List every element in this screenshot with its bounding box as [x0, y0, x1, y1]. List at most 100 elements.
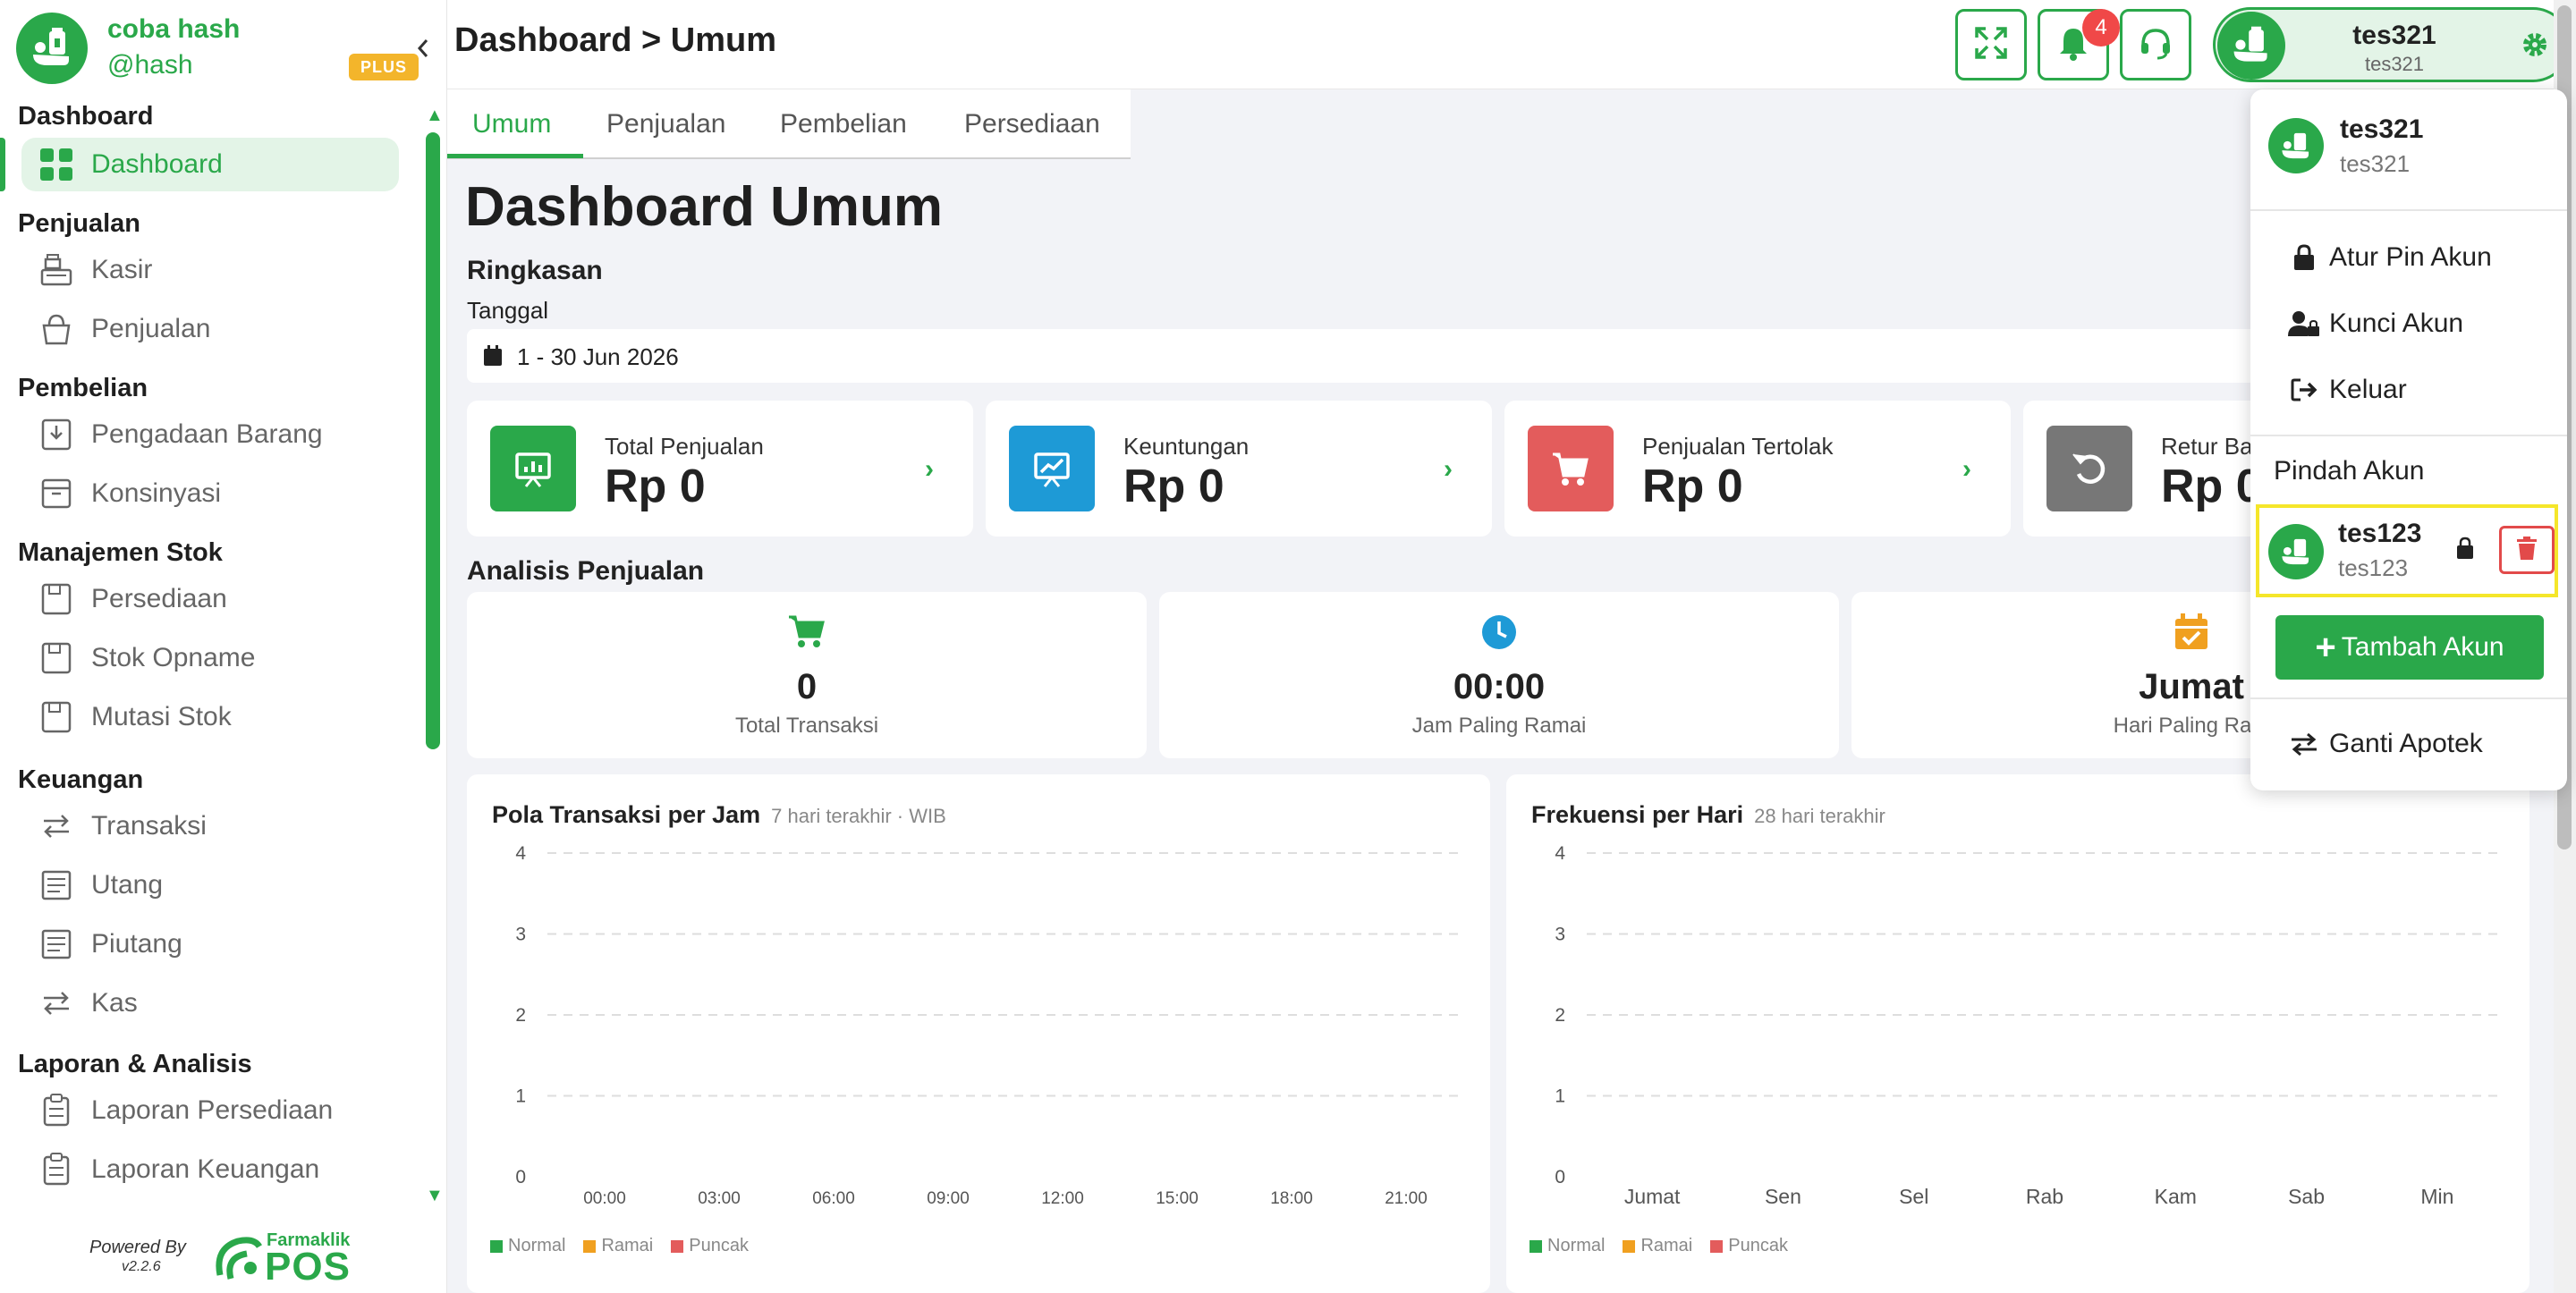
sidebar-item-laporan-persediaan[interactable]: Laporan Persediaan — [21, 1084, 399, 1137]
sidebar-item-penjualan[interactable]: Penjualan — [21, 302, 399, 356]
sidebar-item-label: Stok Opname — [91, 643, 256, 672]
current-user-name: tes321 — [2340, 114, 2424, 144]
x-tick-label: 15:00 — [1156, 1189, 1199, 1208]
menu-item-keluar[interactable]: Keluar — [2286, 368, 2555, 411]
sidebar-item-persediaan[interactable]: Persediaan — [21, 572, 399, 626]
sidebar-item-pengadaan-barang[interactable]: Pengadaan Barang — [21, 408, 399, 461]
sidebar-item-label: Kas — [91, 988, 138, 1018]
user-dropdown-menu: tes321 tes321 Atur Pin Akun Kunci Akun K… — [2250, 89, 2567, 790]
sidebar-item-laporan-keuangan[interactable]: Laporan Keuangan — [21, 1143, 399, 1196]
user-lock-icon — [2286, 310, 2322, 337]
tab-bar: Umum Penjualan Pembelian Persediaan — [447, 89, 1131, 159]
card-label: Keuntungan — [1123, 433, 1250, 460]
card-label: Total Penjualan — [605, 433, 764, 460]
sidebar-item-transaksi[interactable]: Transaksi — [21, 799, 399, 853]
main-content: Umum Penjualan Pembelian Persediaan Dash… — [447, 89, 2554, 1293]
clock-icon — [1159, 613, 1839, 651]
box-icon — [36, 638, 77, 679]
chart-legend: Normal Ramai Puncak — [490, 1236, 749, 1256]
summary-card-total-penjualan[interactable]: Total Penjualan Rp 0 › — [467, 401, 973, 537]
collapse-sidebar-chevron-left-icon[interactable] — [410, 32, 436, 64]
swap-arrows-icon — [2286, 731, 2322, 756]
switch-account-heading: Pindah Akun — [2274, 456, 2425, 486]
x-tick-label: 18:00 — [1270, 1189, 1313, 1208]
chevron-right-icon: › — [1444, 454, 1453, 484]
tab-penjualan[interactable]: Penjualan — [606, 109, 725, 139]
stat-jam-paling-ramai: 00:00 Jam Paling Ramai — [1159, 592, 1839, 758]
sidebar-item-label: Persediaan — [91, 584, 227, 613]
divider — [2250, 209, 2567, 211]
card-label: Retur Ba — [2161, 433, 2253, 460]
section-title-manajemen-stok: Manajemen Stok — [18, 538, 223, 567]
menu-item-kunci-akun[interactable]: Kunci Akun — [2286, 302, 2555, 345]
date-range-value: 1 - 30 Jun 2026 — [517, 343, 679, 370]
sidebar-item-konsinyasi[interactable]: Konsinyasi — [21, 467, 399, 520]
cart-icon — [467, 613, 1147, 649]
tab-pembelian[interactable]: Pembelian — [780, 109, 907, 139]
sidebar-scrollbar[interactable] — [426, 107, 440, 1198]
sidebar-item-dashboard[interactable]: Dashboard — [0, 138, 399, 191]
sidebar-scrollbar-thumb[interactable] — [426, 132, 440, 749]
sidebar-item-piutang[interactable]: Piutang — [21, 917, 399, 971]
avatar — [2268, 118, 2324, 173]
support-button[interactable] — [2120, 9, 2191, 80]
account-name: tes123 — [2338, 519, 2422, 548]
date-range-picker[interactable]: 1 - 30 Jun 2026 — [467, 329, 2554, 383]
menu-item-ganti-apotek[interactable]: Ganti Apotek — [2286, 723, 2555, 765]
card-value: Rp 0 — [605, 461, 706, 512]
x-tick-label: 21:00 — [1385, 1189, 1428, 1208]
card-value: Rp 0 — [1642, 461, 1743, 512]
add-account-button[interactable]: + Tambah Akun — [2275, 615, 2544, 680]
brand[interactable]: coba hash @hash PLUS — [16, 13, 436, 86]
add-account-label: Tambah Akun — [2341, 632, 2504, 662]
legend-item: Puncak — [1710, 1236, 1788, 1256]
sidebar-item-label: Laporan Keuangan — [91, 1154, 320, 1184]
account-item-tes123[interactable]: tes123 tes123 — [2256, 504, 2558, 597]
cash-register-icon — [36, 249, 77, 291]
y-tick-label: 2 — [515, 1005, 526, 1026]
product-name: POS — [265, 1245, 351, 1289]
tab-umum[interactable]: Umum — [472, 109, 551, 139]
sidebar-item-label: Konsinyasi — [91, 478, 222, 508]
y-tick-label: 2 — [1555, 1005, 1565, 1026]
summary-card-keuntungan[interactable]: Keuntungan Rp 0 › — [986, 401, 1492, 537]
stat-label: Total Transaksi — [734, 714, 879, 738]
undo-icon — [2046, 426, 2132, 511]
summary-card-penjualan-tertolak[interactable]: Penjualan Tertolak Rp 0 › — [1504, 401, 2011, 537]
legend-item: Normal — [490, 1236, 565, 1256]
swap-arrows-icon — [36, 983, 77, 1024]
pharmacy-logo-icon — [16, 13, 88, 84]
divider — [2250, 435, 2567, 436]
current-user-sub: tes321 — [2340, 150, 2411, 177]
farmaklik-logo-icon — [211, 1230, 267, 1286]
stat-label: Jam Paling Ramai — [1411, 714, 1587, 738]
stat-total-transaksi: 0 Total Transaksi — [467, 592, 1147, 758]
delete-account-button[interactable] — [2499, 526, 2555, 574]
sidebar-item-mutasi-stok[interactable]: Mutasi Stok — [21, 690, 399, 744]
user-menu-button[interactable]: tes321 tes321 — [2213, 7, 2571, 82]
sidebar-item-stok-opname[interactable]: Stok Opname — [21, 631, 399, 685]
powered-by-label: Powered By — [89, 1238, 186, 1257]
y-tick-label: 0 — [515, 1167, 526, 1187]
y-tick-label: 1 — [1555, 1086, 1565, 1107]
tab-persediaan[interactable]: Persediaan — [964, 109, 1100, 139]
sidebar-item-kas[interactable]: Kas — [21, 976, 399, 1030]
sidebar-item-utang[interactable]: Utang — [21, 858, 399, 912]
grid-icon — [36, 144, 77, 185]
powered-by: Powered By v2.2.6 Farmaklik POS — [86, 1230, 390, 1289]
card-value: Rp 0 — [2161, 461, 2262, 512]
chart-transaksi-per-jam: Pola Transaksi per Jam 7 hari terakhir · … — [467, 774, 1490, 1293]
avatar — [2268, 524, 2324, 579]
sidebar-item-label: Laporan Persediaan — [91, 1095, 334, 1125]
sidebar-item-label: Pengadaan Barang — [91, 419, 323, 449]
sidebar-item-label: Dashboard — [91, 149, 223, 179]
gear-icon — [2520, 30, 2550, 64]
fullscreen-button[interactable] — [1955, 9, 2027, 80]
sidebar-item-kasir[interactable]: Kasir — [21, 243, 399, 297]
sidebar-scroll-down-icon[interactable]: ▼ — [426, 1186, 444, 1206]
chart-up-icon — [1009, 426, 1095, 511]
analysis-heading: Analisis Penjualan — [467, 556, 705, 586]
menu-item-atur-pin[interactable]: Atur Pin Akun — [2286, 236, 2555, 279]
plus-icon: + — [2315, 628, 2336, 667]
archive-box-icon — [36, 473, 77, 514]
